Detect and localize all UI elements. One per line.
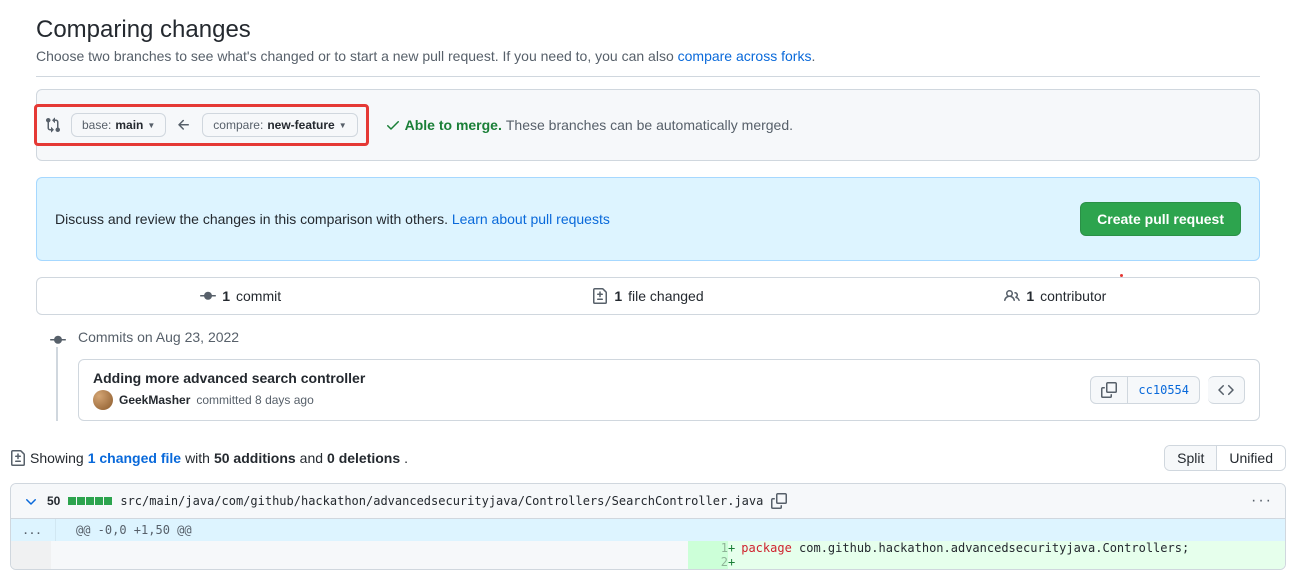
stats-bar: 1 commit 1 file changed 1 contributor bbox=[36, 277, 1260, 315]
contrib-label: contributor bbox=[1040, 288, 1106, 304]
subtitle-post: . bbox=[811, 48, 815, 64]
commits-count: 1 bbox=[222, 288, 230, 304]
commit-time: committed 8 days ago bbox=[196, 393, 313, 407]
discuss-box: Discuss and review the changes in this c… bbox=[36, 177, 1260, 261]
collapse-icon[interactable] bbox=[23, 493, 39, 509]
stat-commits[interactable]: 1 commit bbox=[37, 278, 444, 314]
range-bar: base: main ▼ compare: new-feature ▼ Able… bbox=[36, 89, 1260, 161]
base-branch-name: main bbox=[115, 118, 143, 132]
diff-squares bbox=[68, 497, 112, 505]
sha-link[interactable]: cc10554 bbox=[1128, 376, 1200, 404]
subtitle-text: Choose two branches to see what's change… bbox=[36, 48, 678, 64]
commit-card: Adding more advanced search controller G… bbox=[78, 359, 1260, 421]
browse-code-button[interactable] bbox=[1208, 376, 1245, 404]
copy-sha-button[interactable] bbox=[1090, 376, 1128, 404]
merge-status-text: Able to merge. bbox=[405, 117, 502, 133]
files-count: 1 bbox=[614, 288, 622, 304]
base-label: base: bbox=[82, 118, 111, 132]
compare-branch-button[interactable]: compare: new-feature ▼ bbox=[202, 113, 357, 137]
copy-path-icon[interactable] bbox=[771, 493, 787, 509]
diff-view-toggle: Split Unified bbox=[1164, 445, 1286, 471]
file-kebab-menu[interactable]: ··· bbox=[1251, 492, 1273, 510]
timeline-line bbox=[56, 347, 58, 421]
deletions-text: 0 deletions bbox=[327, 450, 400, 466]
code-line: +package com.github.hackathon.advancedse… bbox=[728, 541, 1285, 555]
git-compare-icon bbox=[45, 117, 61, 133]
merge-status-sub: These branches can be automatically merg… bbox=[506, 117, 793, 133]
commits-label: commit bbox=[236, 288, 281, 304]
contrib-count: 1 bbox=[1026, 288, 1034, 304]
line-num-old bbox=[11, 541, 51, 555]
hunk-header: ... @@ -0,0 +1,50 @@ bbox=[11, 519, 1285, 541]
compare-forks-link[interactable]: compare across forks bbox=[678, 48, 812, 64]
merge-status: Able to merge. These branches can be aut… bbox=[385, 117, 793, 133]
commit-title[interactable]: Adding more advanced search controller bbox=[93, 370, 365, 386]
commits-timeline: Commits on Aug 23, 2022 Adding more adva… bbox=[52, 329, 1260, 421]
check-icon bbox=[385, 117, 401, 133]
page-title: Comparing changes bbox=[36, 16, 1280, 44]
code-line: + bbox=[728, 555, 1285, 569]
commit-meta: GeekMasher committed 8 days ago bbox=[93, 390, 365, 410]
caret-down-icon: ▼ bbox=[147, 121, 155, 130]
learn-pr-link[interactable]: Learn about pull requests bbox=[452, 211, 610, 227]
stat-contributors[interactable]: 1 contributor bbox=[852, 278, 1259, 314]
line-num-new: 2 bbox=[688, 555, 728, 569]
line-num-new: 1 bbox=[688, 541, 728, 555]
commit-icon bbox=[200, 288, 216, 304]
showing-and: and bbox=[300, 450, 323, 466]
caret-down-icon: ▼ bbox=[339, 121, 347, 130]
people-icon bbox=[1004, 288, 1020, 304]
showing-post: . bbox=[404, 450, 408, 466]
files-label: file changed bbox=[628, 288, 704, 304]
split-view-button[interactable]: Split bbox=[1165, 446, 1216, 470]
compare-label: compare: bbox=[213, 118, 263, 132]
branch-selector-highlight: base: main ▼ compare: new-feature ▼ bbox=[34, 104, 369, 146]
file-header: 50 src/main/java/com/github/hackathon/ad… bbox=[11, 484, 1285, 519]
file-diff-box: 50 src/main/java/com/github/hackathon/ad… bbox=[10, 483, 1286, 570]
subtitle: Choose two branches to see what's change… bbox=[36, 48, 1280, 64]
file-path[interactable]: src/main/java/com/github/hackathon/advan… bbox=[120, 494, 763, 508]
commits-date-label: Commits on Aug 23, 2022 bbox=[78, 329, 1260, 345]
divider bbox=[36, 76, 1260, 77]
commit-marker-icon bbox=[50, 332, 66, 348]
base-branch-button[interactable]: base: main ▼ bbox=[71, 113, 166, 137]
expand-hunk-button[interactable]: ... bbox=[11, 519, 56, 541]
showing-bar: Showing 1 changed file with 50 additions… bbox=[0, 445, 1296, 471]
blank-left bbox=[51, 555, 688, 569]
showing-mid: with bbox=[185, 450, 210, 466]
code-table: 1 +package com.github.hackathon.advanced… bbox=[11, 541, 1285, 569]
blank-left bbox=[51, 541, 688, 555]
commit-actions: cc10554 bbox=[1090, 376, 1245, 404]
changed-file-link[interactable]: 1 changed file bbox=[88, 450, 181, 466]
diff-count: 50 bbox=[47, 494, 60, 508]
file-diff-icon bbox=[592, 288, 608, 304]
avatar[interactable] bbox=[93, 390, 113, 410]
unified-view-button[interactable]: Unified bbox=[1216, 446, 1285, 470]
create-pr-button[interactable]: Create pull request bbox=[1080, 202, 1241, 236]
showing-pre: Showing bbox=[30, 450, 84, 466]
commit-author[interactable]: GeekMasher bbox=[119, 393, 190, 407]
discuss-text: Discuss and review the changes in this c… bbox=[55, 211, 452, 227]
additions-text: 50 additions bbox=[214, 450, 296, 466]
red-dot bbox=[1120, 274, 1123, 277]
file-diff-icon bbox=[10, 450, 26, 466]
arrow-left-icon bbox=[176, 117, 192, 133]
line-num-old bbox=[11, 555, 51, 569]
stat-files[interactable]: 1 file changed bbox=[444, 278, 851, 314]
compare-branch-name: new-feature bbox=[267, 118, 334, 132]
hunk-info: @@ -0,0 +1,50 @@ bbox=[56, 519, 1285, 541]
